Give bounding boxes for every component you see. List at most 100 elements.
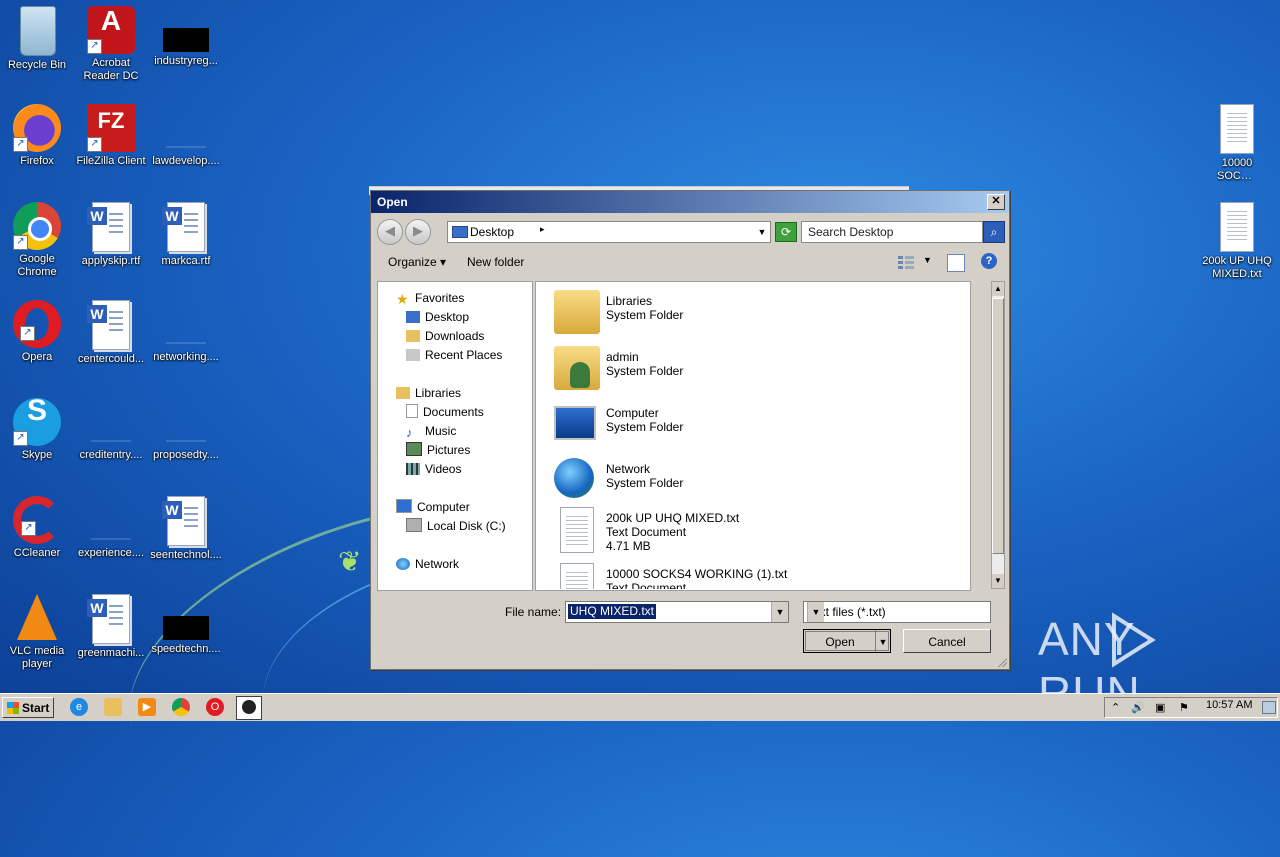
list-item-10000-socks[interactable]: 10000 SOCKS4 WORKING (1).txt Text Docume…: [554, 561, 954, 589]
nav-desktop[interactable]: Desktop: [406, 309, 469, 325]
resize-grip-icon[interactable]: [997, 657, 1007, 667]
start-button[interactable]: Start: [2, 697, 54, 718]
nav-videos[interactable]: Videos: [406, 461, 461, 477]
file-icon: [162, 398, 210, 446]
dialog-title: Open: [377, 195, 408, 209]
desktop-icon-vlc[interactable]: VLC media player: [0, 594, 74, 671]
active-app-taskbar-button[interactable]: [236, 696, 262, 720]
ie-icon[interactable]: e: [70, 698, 88, 716]
documents-icon: [406, 404, 418, 418]
nav-music[interactable]: ♪ Music: [406, 423, 456, 440]
chrome-icon: ↗: [13, 202, 61, 250]
desktop-icon-200k-uhq[interactable]: 200k UP UHQ MIXED.txt: [1198, 202, 1276, 281]
desktop-icon-10000-socks[interactable]: 10000 SOCKS...: [1200, 104, 1274, 183]
desktop-icon-ccleaner[interactable]: ↗ CCleaner: [0, 496, 74, 560]
help-icon[interactable]: ?: [981, 253, 997, 269]
close-icon: ✕: [991, 195, 1001, 207]
desktop-icon-markca[interactable]: markca.rtf: [149, 202, 223, 268]
nav-favorites[interactable]: ★ Favorites: [396, 290, 464, 307]
desktop-icon-firefox[interactable]: ↗ Firefox: [0, 104, 74, 168]
back-button[interactable]: ◀: [377, 219, 403, 245]
desktop-icon-opera[interactable]: ↗ Opera: [0, 300, 74, 364]
desktop-icon-greenmachi[interactable]: greenmachi...: [74, 594, 148, 660]
chrome-taskbar-icon[interactable]: [172, 698, 190, 716]
forward-button[interactable]: ▶: [405, 219, 431, 245]
desktop-icon-chrome[interactable]: ↗ Google Chrome: [0, 202, 74, 279]
search-input[interactable]: Search Desktop: [801, 221, 983, 243]
nav-pictures[interactable]: Pictures: [406, 442, 470, 458]
organize-menu[interactable]: Organize ▾: [388, 255, 446, 269]
open-button[interactable]: Open ▼: [803, 629, 891, 653]
search-icon[interactable]: ⌕: [983, 221, 1005, 243]
scroll-up-icon[interactable]: ▲: [992, 282, 1004, 296]
file-icon: [87, 398, 135, 446]
new-folder-button[interactable]: New folder: [467, 255, 524, 269]
vlc-icon: [17, 594, 57, 640]
list-item-libraries[interactable]: Libraries System Folder: [554, 288, 954, 338]
desktop-icon-networking[interactable]: networking....: [149, 300, 223, 364]
desktop-icon-industryreg[interactable]: industryreg...: [149, 6, 223, 68]
change-view-icon[interactable]: [897, 254, 915, 270]
address-bar[interactable]: Desktop ▸ ▼: [447, 221, 771, 243]
desktop-icon-applyskip[interactable]: applyskip.rtf: [74, 202, 148, 268]
scroll-down-icon[interactable]: ▼: [992, 574, 1004, 588]
file-name-input[interactable]: UHQ MIXED.txt ▼: [565, 601, 789, 623]
nav-downloads[interactable]: Downloads: [406, 328, 484, 344]
desktop-icon-experience[interactable]: experience....: [74, 496, 148, 560]
explorer-icon[interactable]: [104, 698, 122, 716]
close-button[interactable]: ✕: [987, 194, 1005, 210]
media-player-icon[interactable]: ▶: [138, 698, 156, 716]
nav-network[interactable]: Network: [396, 556, 459, 572]
downloads-icon: [406, 330, 420, 342]
desktop-icon-skype[interactable]: ↗ Skype: [0, 398, 74, 462]
libraries-folder-icon: [554, 290, 600, 334]
action-center-flag-icon[interactable]: ⚑: [1179, 701, 1189, 714]
nav-local-disk[interactable]: Local Disk (C:): [406, 518, 506, 534]
address-dropdown-icon[interactable]: ▼: [754, 222, 770, 242]
file-name-dropdown-icon[interactable]: ▼: [771, 602, 788, 622]
libraries-icon: [396, 387, 410, 399]
list-item-200k-uhq[interactable]: 200k UP UHQ MIXED.txt Text Document 4.71…: [554, 505, 954, 555]
taskbar: Start e ▶ O ⌃ 🔊 ▣ ⚑ 10:57 AM: [0, 693, 1280, 721]
view-dropdown-icon[interactable]: ▼: [923, 255, 932, 265]
scrollbar-thumb[interactable]: [992, 298, 1004, 554]
desktop-icon-seentechnol[interactable]: seentechnol....: [149, 496, 223, 562]
volume-icon[interactable]: 🔊: [1131, 701, 1145, 714]
desktop-icon-proposedty[interactable]: proposedty....: [149, 398, 223, 462]
list-item-admin[interactable]: admin System Folder: [554, 344, 954, 394]
desktop-icon-acrobat[interactable]: ↗ Acrobat Reader DC: [74, 6, 148, 83]
file-list-scrollbar[interactable]: ▲ ▼: [991, 281, 1005, 589]
cancel-button[interactable]: Cancel: [903, 629, 991, 653]
music-icon: ♪: [406, 425, 413, 440]
nav-libraries[interactable]: Libraries: [396, 385, 461, 401]
recycle-bin-icon: [20, 6, 56, 56]
list-item-network[interactable]: Network System Folder: [554, 456, 954, 506]
dialog-titlebar[interactable]: Open ✕: [371, 191, 1009, 213]
desktop-icon-creditentry[interactable]: creditentry....: [74, 398, 148, 462]
address-row: ◀ ▶ Desktop ▸ ▼ ⟳ Search Desktop ⌕: [377, 219, 1005, 245]
desktop-icon-recycle-bin[interactable]: Recycle Bin: [0, 6, 74, 72]
file-name-label: File name:: [505, 605, 562, 619]
desktop-icon-filezilla[interactable]: ↗ FileZilla Client: [74, 104, 148, 168]
refresh-button[interactable]: ⟳: [775, 222, 797, 242]
computer-icon: [554, 406, 596, 440]
network-tray-icon[interactable]: ▣: [1155, 701, 1165, 714]
list-item-computer[interactable]: Computer System Folder: [554, 400, 954, 450]
desktop-icon-lawdevelop[interactable]: lawdevelop....: [149, 104, 223, 168]
show-hidden-icons-icon[interactable]: ⌃: [1111, 701, 1120, 714]
opera-taskbar-icon[interactable]: O: [206, 698, 224, 716]
desktop-icon-speedtechn[interactable]: speedtechn....: [149, 594, 223, 656]
nav-documents[interactable]: Documents: [406, 404, 484, 420]
open-split-dropdown-icon[interactable]: ▼: [875, 630, 890, 652]
desktop-location-icon: [452, 226, 468, 238]
network-globe-icon: [554, 458, 594, 498]
clock[interactable]: 10:57 AM: [1206, 699, 1252, 711]
breadcrumb-chevron-icon[interactable]: ▸: [540, 224, 545, 235]
show-desktop-icon[interactable]: [1262, 701, 1276, 714]
nav-computer[interactable]: Computer: [396, 499, 470, 515]
file-type-dropdown-icon[interactable]: ▼: [807, 602, 824, 622]
desktop-icon-centercould[interactable]: centercould...: [74, 300, 148, 366]
file-type-select[interactable]: Text files (*.txt) ▼: [803, 601, 991, 623]
nav-recent-places[interactable]: Recent Places: [406, 347, 502, 363]
preview-pane-icon[interactable]: [947, 254, 965, 272]
